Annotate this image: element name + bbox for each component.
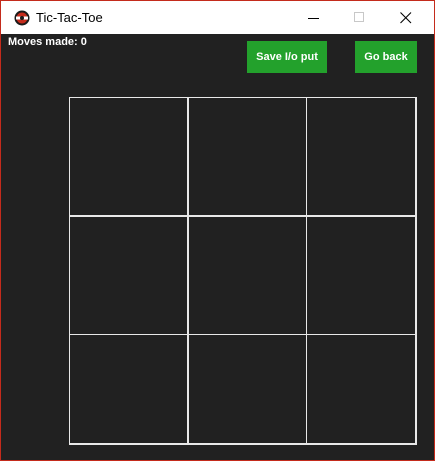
title-bar: Tic-Tac-Toe	[1, 1, 434, 34]
minimize-icon	[308, 18, 319, 19]
maximize-button[interactable]	[337, 1, 383, 34]
tic-tac-toe-app-icon	[14, 10, 30, 26]
minimize-button[interactable]	[291, 1, 337, 34]
app-window: Tic-Tac-Toe Moves made: 0 Save I/o put G…	[0, 0, 435, 461]
board-cell-3-3[interactable]	[306, 334, 416, 444]
board-cell-1-2[interactable]	[187, 97, 307, 217]
save-io-button[interactable]: Save I/o put	[247, 41, 327, 73]
board-cell-2-2[interactable]	[187, 215, 307, 335]
moves-counter: Moves made: 0	[8, 36, 87, 48]
go-back-button[interactable]: Go back	[355, 41, 417, 73]
board-cell-2-3[interactable]	[306, 215, 416, 335]
close-icon	[400, 12, 412, 24]
maximize-icon	[354, 12, 364, 22]
board-cell-2-1[interactable]	[69, 215, 189, 335]
board-cell-1-1[interactable]	[69, 97, 189, 217]
board-cell-3-2[interactable]	[187, 334, 307, 444]
game-board	[69, 97, 417, 445]
board-cell-1-3[interactable]	[306, 97, 416, 217]
window-title: Tic-Tac-Toe	[36, 10, 103, 25]
board-cell-3-1[interactable]	[69, 334, 189, 444]
close-button[interactable]	[383, 1, 429, 34]
